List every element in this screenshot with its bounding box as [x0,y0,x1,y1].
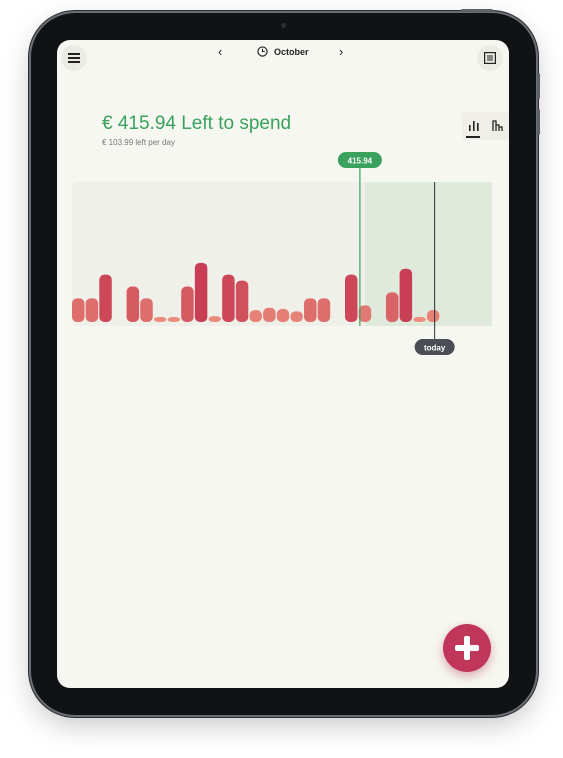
budget-marker-label: 415.94 [348,157,373,166]
cumulative-chart-icon [492,120,503,131]
chart-view-toggle [462,112,509,140]
chart-bar[interactable] [399,268,413,322]
chart-bar[interactable] [167,317,181,322]
chart-bar[interactable] [426,310,440,322]
cumulative-view-tab[interactable] [490,118,504,132]
chart-bar[interactable] [345,274,358,322]
chart-bar[interactable] [304,298,317,322]
menu-button[interactable] [61,45,87,71]
chart-bar[interactable] [194,262,208,322]
add-expense-button[interactable] [443,624,491,672]
per-day-text: € 103.99 left per day [102,138,175,147]
app-screen: ‹ October › € 415.94 Left to spend € 103… [57,40,509,688]
today-marker-label: today [424,344,446,353]
chart-bar[interactable] [181,286,194,322]
chart-bar[interactable] [413,317,426,322]
hamburger-menu-icon [68,53,80,63]
bar-chart-icon [469,121,479,131]
next-month-button[interactable]: › [339,45,343,59]
previous-month-button[interactable]: ‹ [218,45,222,59]
chart-bar[interactable] [317,298,331,322]
power-button [461,9,493,12]
chart-bar[interactable] [235,280,249,322]
chart-bar[interactable] [208,316,222,322]
chart-bar[interactable] [126,286,140,322]
bar-view-tab[interactable] [467,118,481,132]
remaining-days-region [364,182,492,326]
chart-bar[interactable] [140,298,153,322]
list-view-button[interactable] [477,45,503,71]
month-selector[interactable]: October [257,46,309,57]
chart-bar[interactable] [276,308,290,322]
active-tab-indicator [466,136,480,138]
volume-up-button [537,73,540,99]
month-label: October [274,46,309,57]
chart-bar[interactable] [222,274,235,322]
chart-bar[interactable] [358,305,372,322]
chart-bar[interactable] [72,298,85,322]
chart-bar[interactable] [290,311,303,322]
list-view-icon [484,52,496,64]
chart-bar[interactable] [99,274,112,322]
volume-down-button [537,109,540,135]
chart-bar[interactable] [263,307,276,322]
chart-bar[interactable] [249,310,262,322]
spending-chart: 415.94 today [72,150,502,365]
front-camera [281,23,286,28]
chart-bar[interactable] [385,292,399,322]
left-to-spend-heading: € 415.94 Left to spend [102,113,292,134]
chart-bar[interactable] [153,317,167,322]
chart-bar[interactable] [85,298,99,322]
spending-bar-chart: 415.94 today [72,152,492,355]
clock-icon [257,46,268,57]
